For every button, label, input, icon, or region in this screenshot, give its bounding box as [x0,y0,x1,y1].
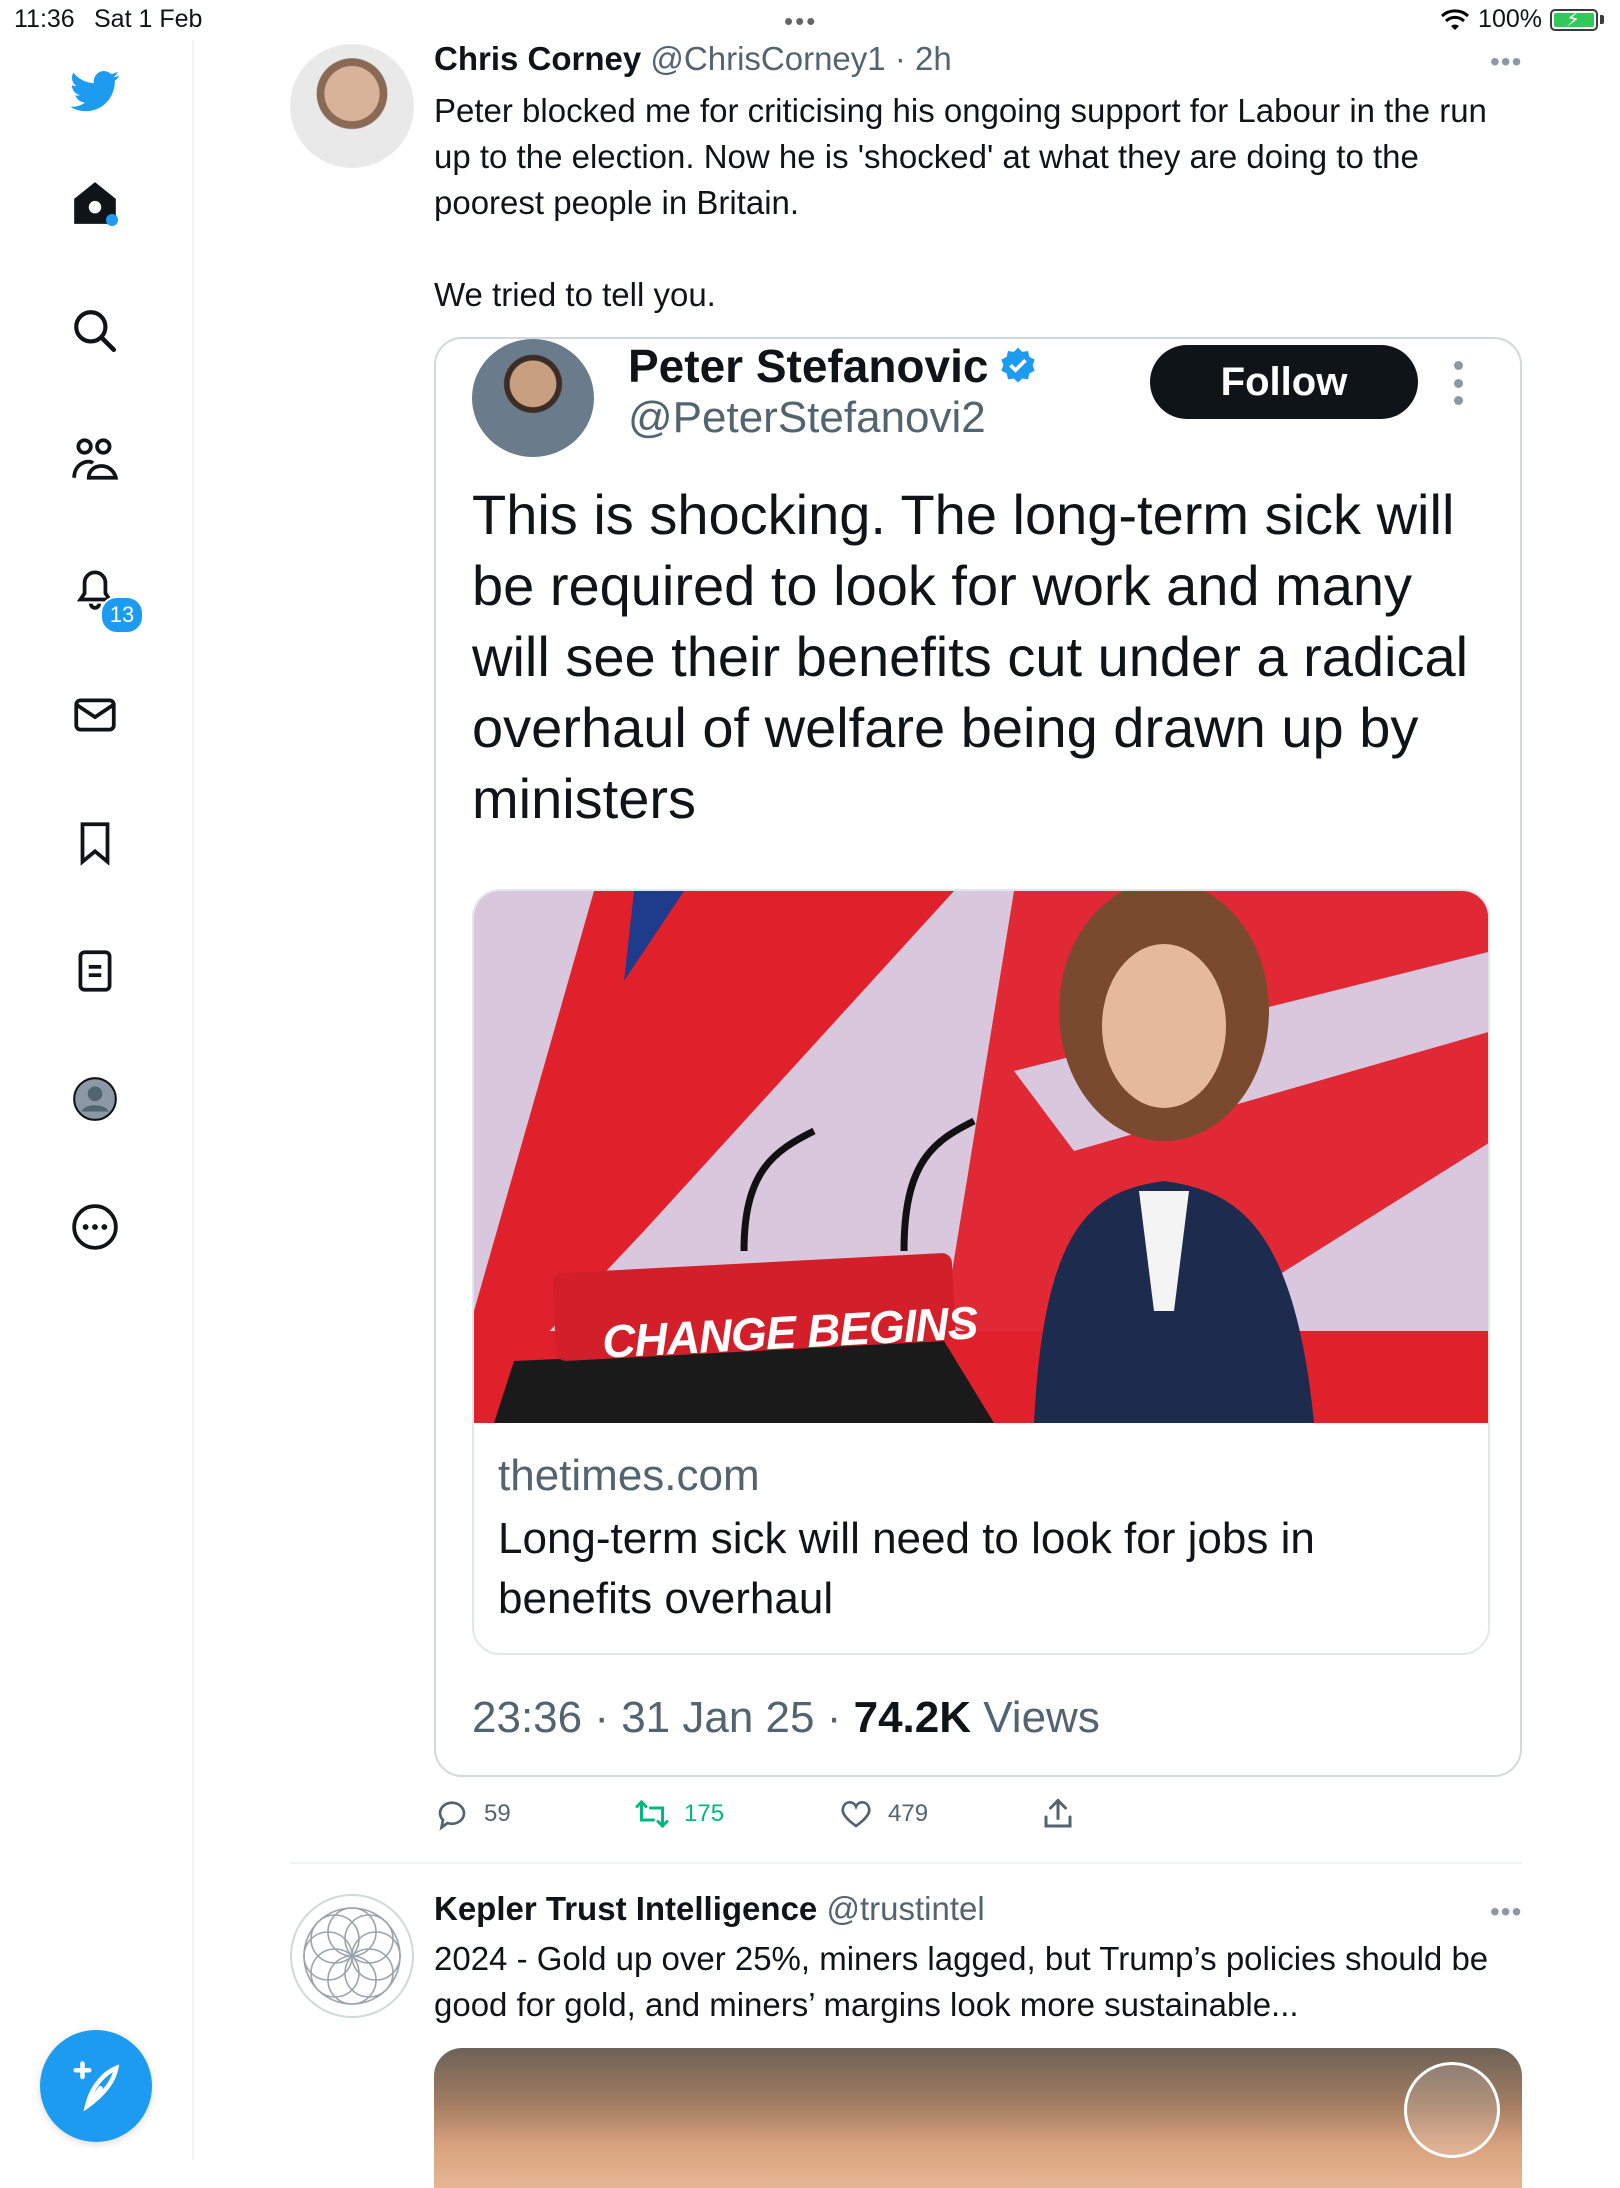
status-bar: 11:36 Sat 1 Feb ••• 100% ⚡ [0,0,1620,40]
media-logo-icon [1404,2062,1500,2158]
views-count: 74.2K [853,1693,972,1742]
quoted-author-name: Peter Stefanovic [628,340,989,392]
avatar[interactable] [290,1894,414,2018]
views-label: Views [983,1693,1100,1742]
communities-icon[interactable] [66,430,124,488]
tweet-more-icon[interactable]: ••• [1490,46,1522,78]
more-icon[interactable] [66,1198,124,1256]
bookmarks-icon[interactable] [66,814,124,872]
tweet-text-paragraph: Peter blocked me for criticising his ong… [434,92,1487,221]
author-name[interactable]: Kepler Trust Intelligence [434,1890,817,1927]
compose-icon [73,2061,120,2112]
compose-button[interactable] [40,2030,152,2142]
status-date: Sat 1 Feb [94,5,203,33]
tweet-time: · 2h [894,40,952,77]
quoted-timestamp: 23:36 · 31 Jan 25 · [472,1693,842,1742]
status-time: 11:36 [14,5,75,33]
quoted-avatar[interactable] [472,339,594,457]
sidebar: 13 [0,40,194,2160]
quoted-author-handle[interactable]: @PeterStefanovi2 [628,393,986,443]
search-icon[interactable] [66,302,124,360]
tweet-more-icon[interactable]: ••• [1490,1896,1522,1928]
tweet-header: Chris Corney @ChrisCorney1 · 2h [434,40,952,78]
notifications-badge: 13 [100,596,144,634]
tweet-text: 2024 - Gold up over 25%, miners lagged, … [434,1940,1489,2023]
tweet-divider [290,1862,1522,1864]
profile-icon[interactable] [66,1070,124,1128]
reply-count: 59 [484,1800,511,1827]
like-count: 479 [888,1800,929,1827]
link-card-title: Long-term sick will need to look for job… [498,1514,1315,1623]
kepler-logo-icon [303,1907,401,2005]
link-card-domain: thetimes.com [498,1451,760,1500]
tweet-text-paragraph: We tried to tell you. [434,276,716,313]
author-name[interactable]: Chris Corney [434,40,641,77]
tweet-media[interactable] [434,2048,1522,2188]
link-card[interactable]: CHANGE BEGINS thetimes.com Long-term sic… [472,889,1490,1655]
retweet-count: 175 [684,1800,725,1827]
new-content-dot [106,214,118,226]
share-button[interactable] [1040,1796,1076,1832]
quoted-meta: 23:36 · 31 Jan 25 · 74.2K Views [472,1693,1100,1743]
quoted-more-icon[interactable] [1452,361,1464,405]
tweet-text: Peter blocked me for criticising his ong… [434,88,1494,318]
heart-icon [841,1800,871,1828]
author-handle[interactable]: @ChrisCorney1 [650,40,885,77]
battery-percent: 100% [1478,5,1542,33]
retweet-button[interactable]: 175 [634,1796,724,1832]
twitter-bird-icon[interactable] [66,62,124,120]
battery-icon: ⚡ [1550,8,1598,31]
reply-icon [438,1801,466,1831]
verified-badge-icon [1001,347,1036,383]
messages-icon[interactable] [66,686,124,744]
battery-status: 100% ⚡ [1440,5,1604,34]
quoted-tweet[interactable]: Peter Stefanovic @PeterStefanovi2 Follow… [434,337,1522,1777]
like-button[interactable]: 479 [838,1796,928,1832]
reply-button[interactable]: 59 [434,1796,511,1832]
tweet-header: Kepler Trust Intelligence @trustintel [434,1890,985,1928]
quoted-text: This is shocking. The long-term sick wil… [472,483,1469,830]
retweet-icon [635,1799,669,1829]
lists-icon[interactable] [66,942,124,1000]
link-card-image: CHANGE BEGINS [474,891,1488,1423]
author-handle[interactable]: @trustintel [826,1890,984,1927]
wifi-icon [1441,8,1470,30]
follow-button[interactable]: Follow [1150,345,1418,419]
quoted-author[interactable]: Peter Stefanovic [628,339,1038,393]
share-icon [1044,1798,1072,1828]
avatar[interactable] [290,44,414,168]
multitasking-dots-icon[interactable]: ••• [784,6,817,37]
